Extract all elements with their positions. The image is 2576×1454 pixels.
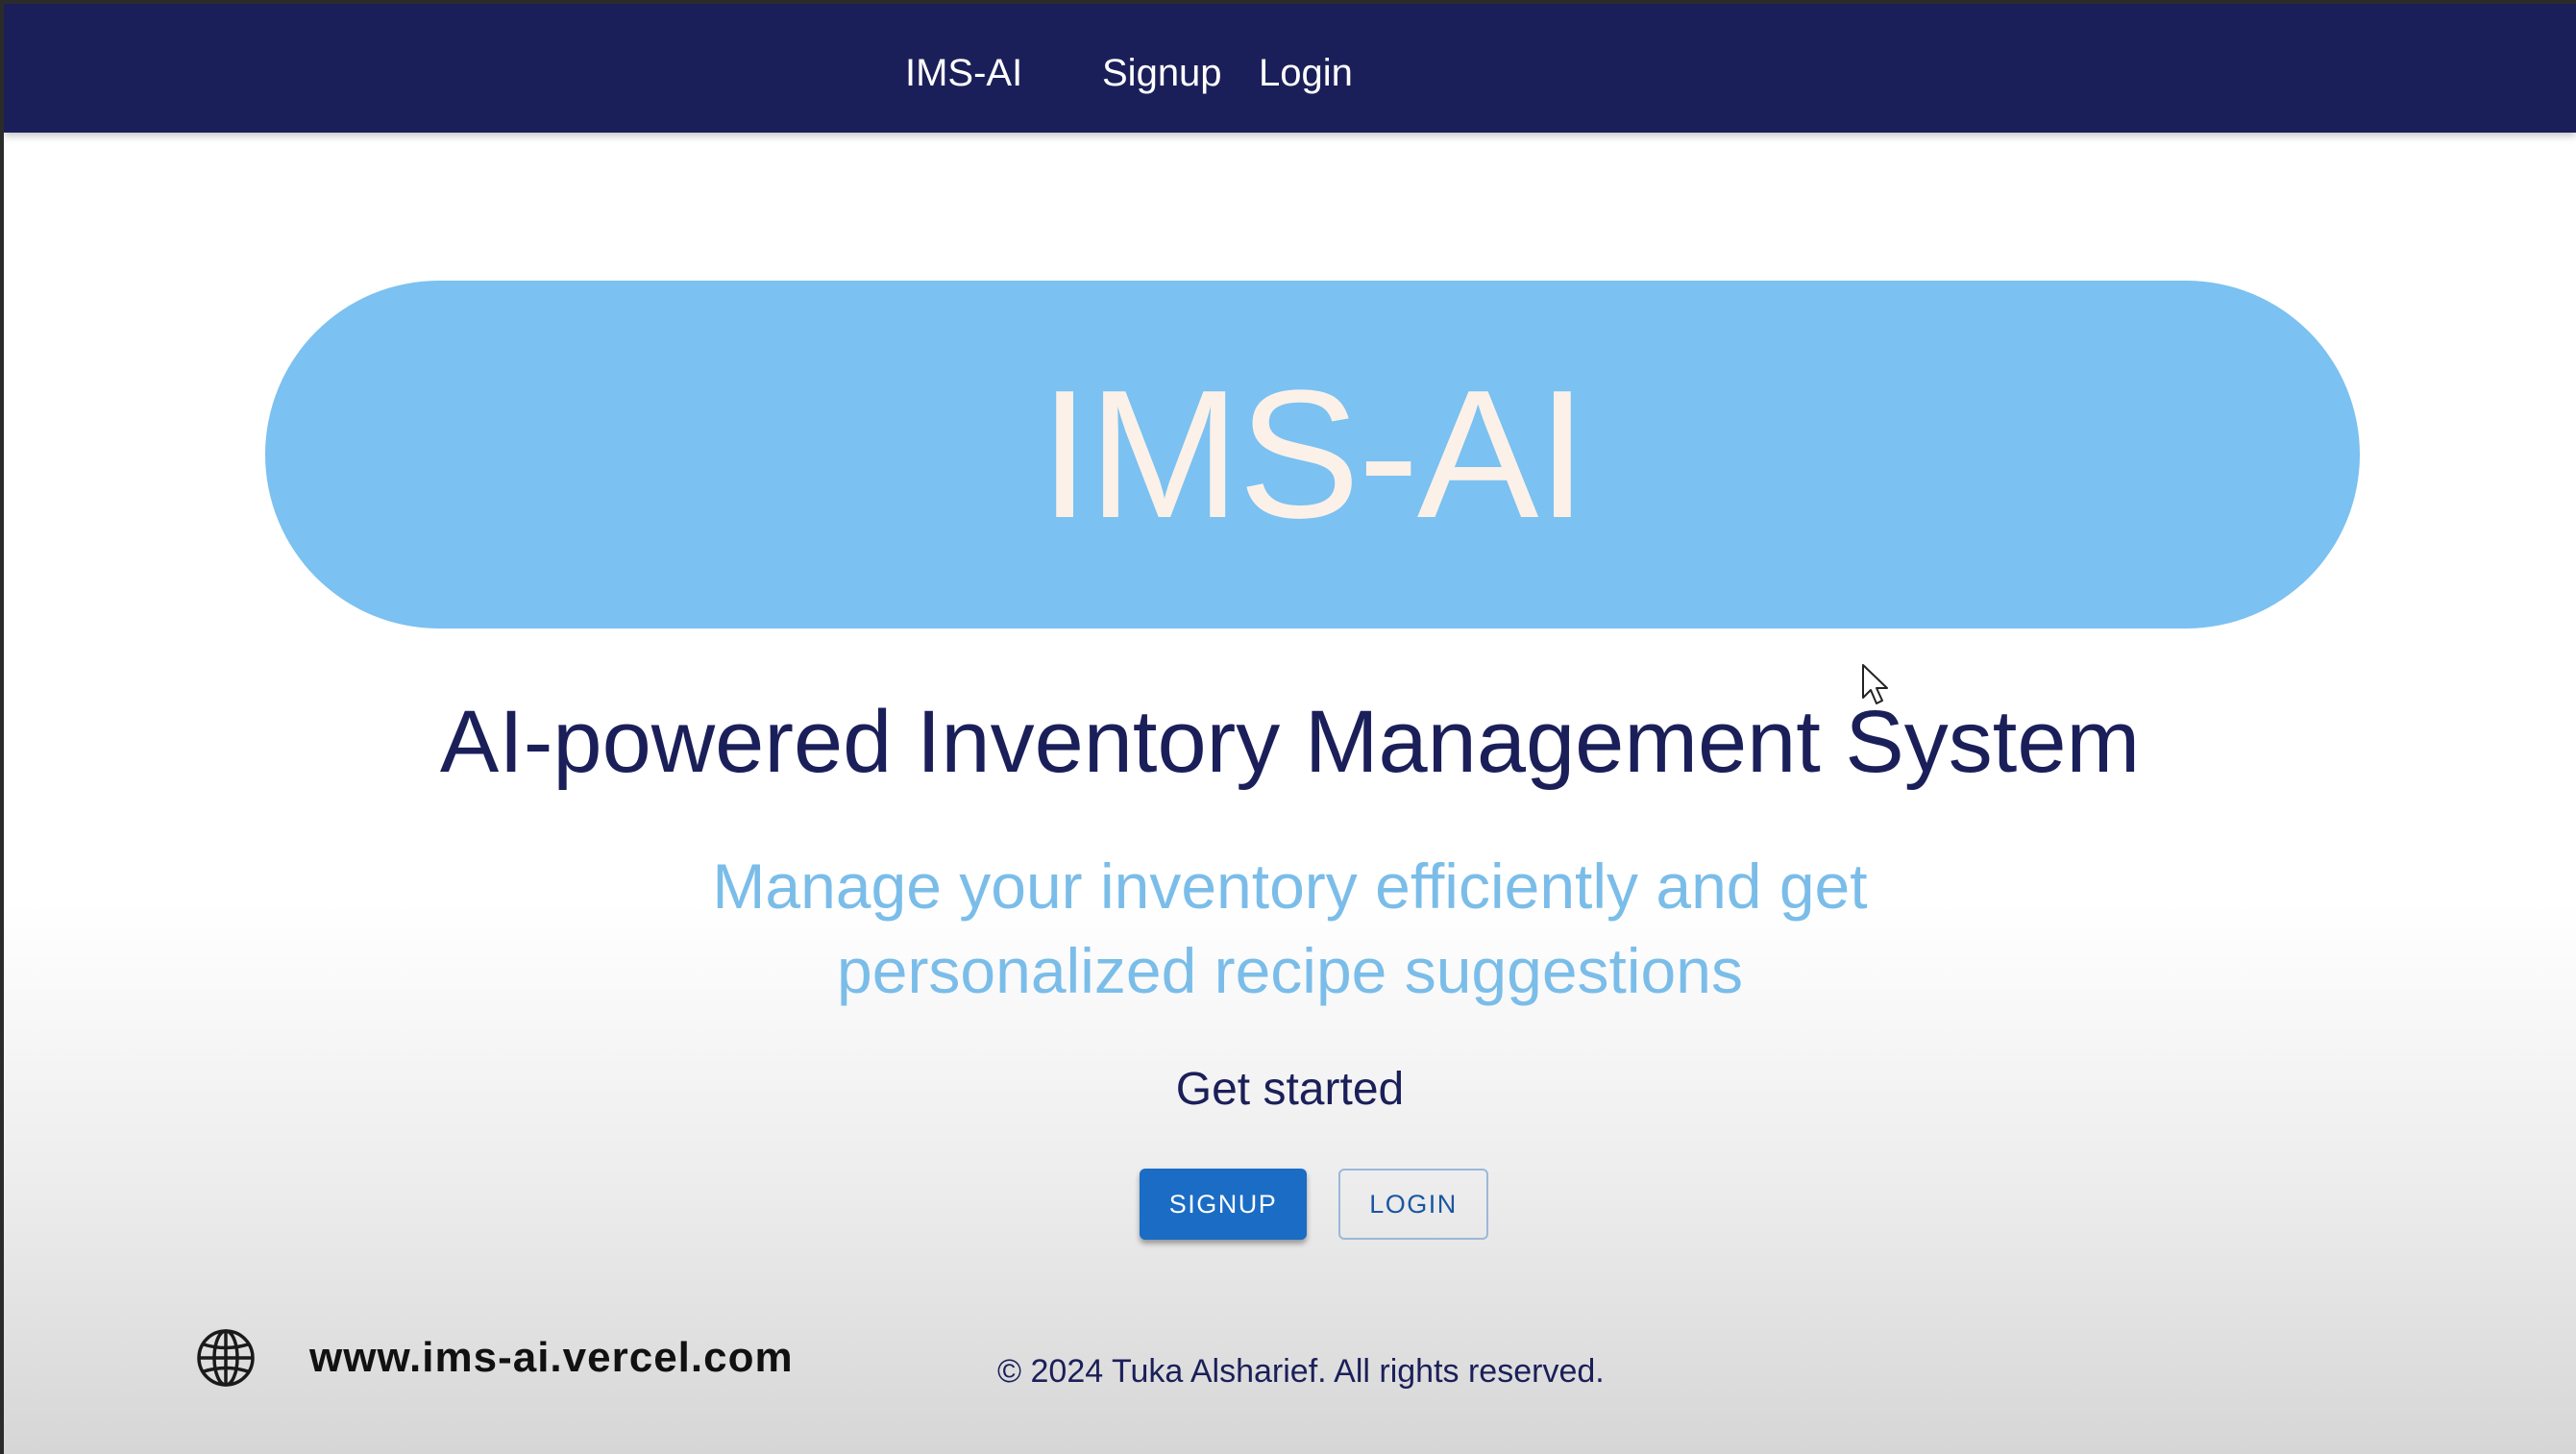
nav-login-link[interactable]: Login (1259, 46, 1353, 100)
login-button[interactable]: LOGIN (1338, 1169, 1488, 1240)
page-headline: AI-powered Inventory Management System (439, 693, 2141, 791)
signup-button[interactable]: SIGNUP (1140, 1169, 1307, 1240)
subheadline-line-1: Manage your inventory efficiently and ge… (712, 850, 1868, 922)
mouse-cursor-icon (1862, 664, 1888, 704)
hero-title: IMS-AI (1039, 353, 1588, 556)
globe-icon (197, 1329, 255, 1387)
top-navbar: IMS-AI Signup Login (4, 4, 2576, 133)
subheadline-line-2: personalized recipe suggestions (837, 935, 1743, 1006)
nav-signup-link[interactable]: Signup (1102, 46, 1222, 100)
get-started-label: Get started (1175, 1064, 1405, 1115)
copyright-text: © 2024 Tuka Alsharief. All rights reserv… (997, 1353, 1605, 1390)
hero-banner: IMS-AI (265, 281, 2360, 628)
nav-brand-link[interactable]: IMS-AI (905, 46, 1022, 100)
app-page: IMS-AI Signup Login IMS-AI AI-powered In… (4, 4, 2576, 1454)
page-subheadline: Manage your inventory efficiently and ge… (4, 844, 2576, 1013)
website-url: www.ims-ai.vercel.com (309, 1334, 794, 1381)
